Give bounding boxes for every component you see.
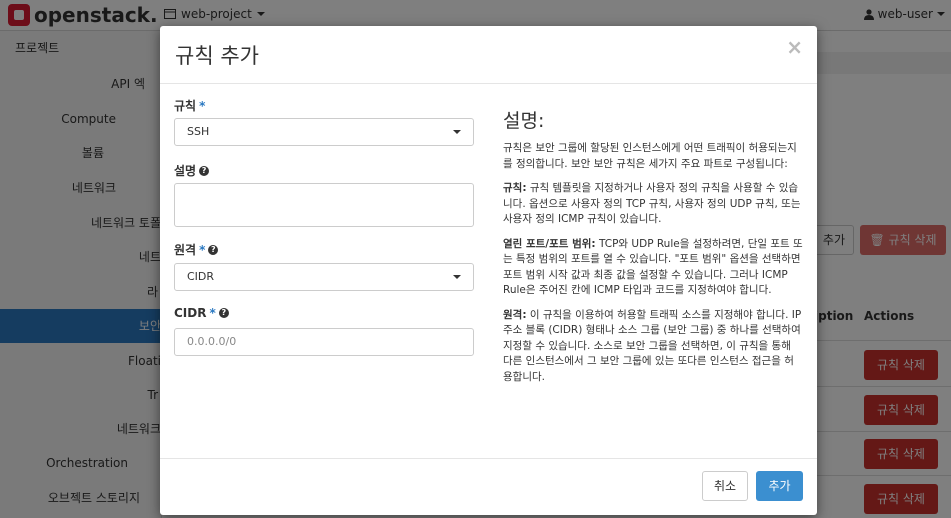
remote-select[interactable]: CIDR (174, 263, 474, 291)
chevron-down-icon (453, 275, 461, 279)
remote-label-text: 원격 (174, 243, 197, 257)
add-rule-modal: 규칙 추가 × 규칙 * SSH 설명 ? 원격 * ? CIDR CIDR *… (160, 26, 817, 515)
help-port-paragraph: 열린 포트/포트 범위: TCP와 UDP Rule을 설정하려면, 단일 포트… (503, 237, 803, 299)
required-asterisk-icon: * (209, 306, 216, 320)
help-rule-heading: 규칙: (503, 182, 527, 194)
chevron-down-icon (453, 130, 461, 134)
description-label: 설명 ? (174, 162, 210, 179)
rule-select-value: SSH (187, 125, 210, 138)
help-title: 설명: (503, 110, 545, 132)
remote-select-value: CIDR (187, 270, 215, 283)
help-panel: 설명: 규칙은 보안 그룹에 할당된 인스턴스에게 어떤 트래픽이 허용되는지를… (503, 106, 803, 394)
help-icon[interactable]: ? (208, 244, 219, 255)
required-asterisk-icon: * (199, 242, 206, 257)
remote-label: 원격 * ? (174, 241, 219, 258)
cancel-button[interactable]: 취소 (702, 471, 748, 501)
help-icon[interactable]: ? (199, 165, 210, 176)
cidr-input[interactable]: 0.0.0.0/0 (174, 328, 474, 356)
cidr-label: CIDR * ? (174, 306, 229, 320)
help-icon[interactable]: ? (218, 308, 229, 318)
add-submit-button[interactable]: 추가 (756, 471, 803, 501)
modal-title: 규칙 추가 (175, 44, 259, 68)
required-asterisk-icon: * (199, 98, 206, 113)
close-icon[interactable]: × (786, 35, 803, 59)
rule-select[interactable]: SSH (174, 118, 474, 146)
modal-header: 규칙 추가 × (160, 26, 817, 84)
cidr-label-text: CIDR (174, 306, 207, 320)
help-intro: 규칙은 보안 그룹에 할당된 인스턴스에게 어떤 트래픽이 허용되는지를 정의합… (503, 142, 797, 170)
help-rule-text: 규칙 템플릿을 지정하거나 사용자 정의 규칙을 사용할 수 있습니다. 옵션으… (503, 182, 801, 225)
description-textarea[interactable] (174, 183, 474, 227)
rule-label: 규칙 * (174, 97, 205, 114)
help-remote-paragraph: 원격: 이 규칙을 이용하여 허용할 트래픽 소스를 지정해야 합니다. IP … (503, 308, 803, 386)
rule-label-text: 규칙 (174, 99, 197, 113)
description-label-text: 설명 (174, 164, 197, 178)
help-remote-text: 이 규칙을 이용하여 허용할 트래픽 소스를 지정해야 합니다. IP 주소 블… (503, 308, 802, 383)
help-rule-paragraph: 규칙: 규칙 템플릿을 지정하거나 사용자 정의 규칙을 사용할 수 있습니다.… (503, 181, 803, 228)
help-remote-heading: 원격: (503, 308, 527, 321)
help-port-heading: 열린 포트/포트 범위: (503, 237, 596, 250)
